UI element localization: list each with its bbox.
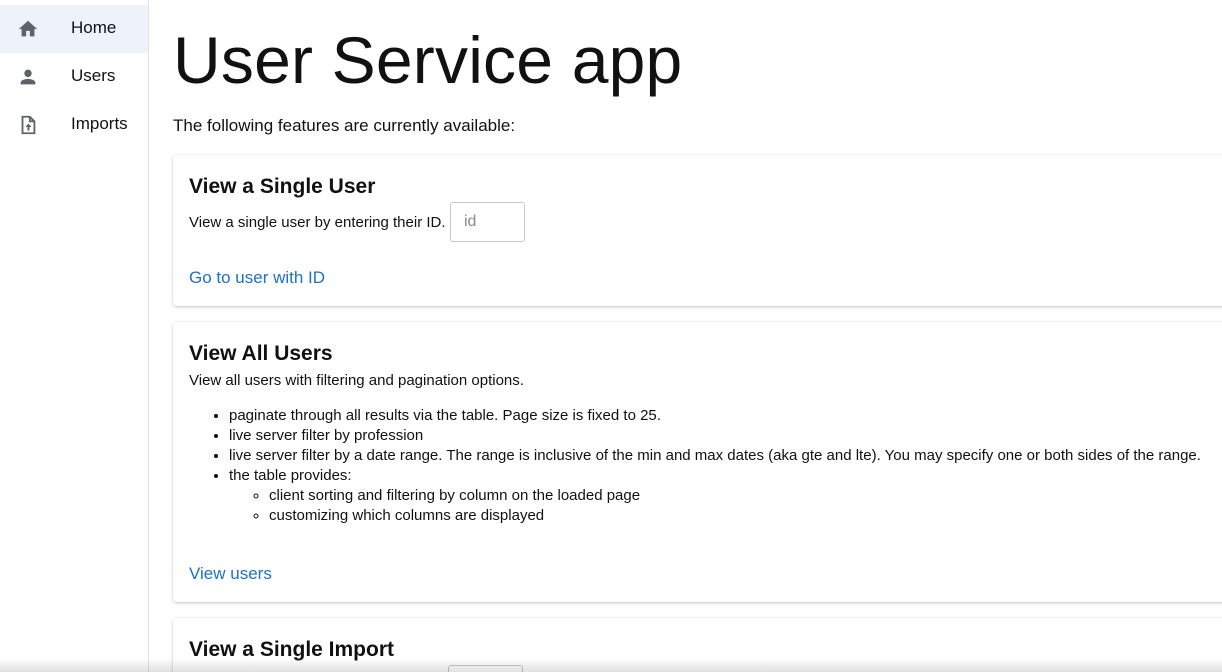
sidebar-item-label: Home	[71, 18, 117, 37]
card-title: View a Single Import	[189, 638, 394, 661]
single-user-card: View a Single User View a single user by…	[173, 155, 1222, 306]
feature-list: paginate through all results via the tab…	[229, 406, 1201, 526]
card-description: View all users with filtering and pagina…	[189, 372, 524, 389]
person-icon	[17, 66, 39, 88]
list-item: customizing which columns are displayed	[269, 506, 1201, 526]
list-item: paginate through all results via the tab…	[229, 406, 1201, 426]
page-title: User Service app	[173, 23, 683, 97]
all-users-card: View All Users View all users with filte…	[173, 322, 1222, 602]
view-users-link[interactable]: View users	[189, 564, 272, 584]
intro-text: The following features are currently ava…	[173, 116, 516, 135]
card-title: View All Users	[189, 342, 333, 365]
list-item: live server filter by a date range. The …	[229, 446, 1201, 466]
user-id-input[interactable]	[450, 202, 525, 242]
sidebar: Home Users Imports	[0, 0, 149, 672]
home-icon	[17, 18, 39, 40]
list-item-text: the table provides:	[229, 467, 352, 484]
sidebar-item-imports[interactable]: Imports	[0, 101, 148, 149]
card-title: View a Single User	[189, 175, 376, 198]
sidebar-item-label: Imports	[71, 114, 128, 133]
sidebar-item-label: Users	[71, 66, 116, 85]
list-item: live server filter by profession	[229, 426, 1201, 446]
table-feature-list: client sorting and filtering by column o…	[229, 486, 1201, 526]
file-upload-icon	[17, 114, 39, 136]
go-to-user-link[interactable]: Go to user with ID	[189, 268, 325, 288]
main-content: User Service app The following features …	[149, 0, 1222, 672]
sidebar-item-home[interactable]: Home	[0, 5, 148, 53]
single-import-card: View a Single Import	[173, 618, 1222, 672]
list-item: the table provides: client sorting and f…	[229, 466, 1201, 526]
sidebar-item-users[interactable]: Users	[0, 53, 148, 101]
card-description: View a single user by entering their ID.	[189, 214, 446, 231]
import-id-input[interactable]	[448, 665, 523, 672]
list-item: client sorting and filtering by column o…	[269, 486, 1201, 506]
